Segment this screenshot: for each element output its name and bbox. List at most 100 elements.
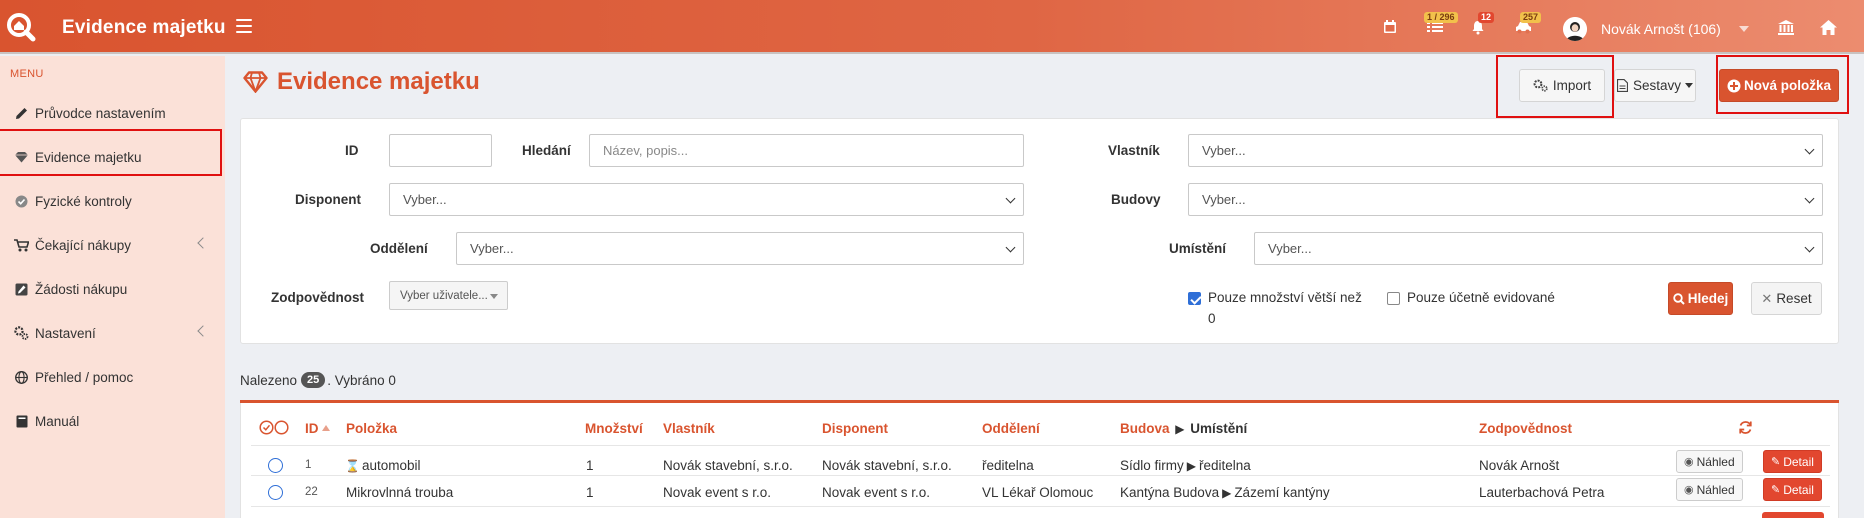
buildings-select[interactable]: Vyber... [1188,183,1823,216]
qty-checkbox[interactable] [1188,292,1201,305]
accounting-checkbox[interactable] [1387,292,1400,305]
cell-building: Sídlo firmy [1120,458,1184,473]
department-select-value: Vyber... [470,241,514,256]
asset-table: ID Položka Množství Vlastník Disponent O… [240,403,1839,518]
disponent-label: Disponent [295,192,361,207]
search-input[interactable]: Název, popis... [589,134,1024,167]
cell-disponent: Novák stavební, s.r.o. [822,458,952,473]
id-label: ID [345,143,359,158]
triangle-right-icon: ▶ [1186,459,1196,473]
cell-building: Kantýna Budova [1120,485,1220,500]
eye-icon: ◉ [1684,456,1694,468]
cell-item-text: automobil [361,458,421,473]
cell-responsibility: Novák Arnošt [1479,458,1560,473]
select-all-icon [259,420,289,435]
row-divider [251,506,1830,507]
department-label: Oddělení [370,241,428,256]
responsibility-select-value: Vyber uživatele... [400,289,488,302]
disponent-select-value: Vyber... [403,192,447,207]
id-input[interactable] [389,134,492,167]
location-label: Umístění [1169,241,1227,256]
cell-item[interactable]: Mikrovlnná trouba [346,485,453,500]
cell-item[interactable]: ⌛ automobil [345,458,421,473]
responsibility-label: Zodpovědnost [271,290,364,305]
cell-owner: Novak event s r.o. [663,485,772,500]
buildings-select-value: Vyber... [1202,192,1246,207]
buildings-label: Budovy [1111,192,1161,207]
th-disponent[interactable]: Disponent [822,421,888,436]
view-button[interactable]: ◉ Náhled [1676,478,1743,501]
th-id[interactable]: ID [305,421,330,436]
hourglass-icon: ⌛ [345,459,360,473]
th-qty[interactable]: Množství [585,421,643,436]
department-select[interactable]: Vyber... [456,232,1024,265]
th-building-label: Budova [1120,421,1170,436]
cell-department: VL Lékař Olomouc [982,485,1094,500]
qty-checkbox-label-value: 0 [1208,311,1216,326]
detail-button-label: Detail [1783,454,1814,469]
refresh-icon[interactable] [1738,420,1753,438]
cell-id: 1 [305,459,312,471]
detail-button[interactable]: ✎ Detail [1763,450,1822,473]
reset-button-label: Reset [1776,291,1812,306]
chevron-down-icon [1005,193,1016,204]
owner-label: Vlastník [1108,143,1160,158]
cell-owner: Novák stavební, s.r.o. [663,458,793,473]
th-location-label: Umístění [1190,421,1248,436]
eye-icon: ◉ [1684,484,1694,496]
view-button-label: Náhled [1696,482,1735,497]
cell-qty: 1 [586,485,594,500]
disponent-select[interactable]: Vyber... [389,183,1024,216]
pencil-icon: ✎ [1771,484,1781,496]
cell-disponent: Novak event s r.o. [822,485,931,500]
search-button-label: Hledej [1687,291,1729,306]
cell-location: ředitelna [1199,458,1251,473]
location-select-value: Vyber... [1268,241,1312,256]
th-department[interactable]: Oddělení [982,421,1040,436]
chevron-down-icon [1804,144,1815,155]
triangle-right-icon: ▶ [1222,486,1232,500]
th-id-label: ID [305,421,319,436]
th-item[interactable]: Položka [346,421,397,436]
accounting-checkbox-label: Pouze účetně evidované [1407,290,1555,305]
cell-department: ředitelna [982,458,1034,473]
row-select-radio[interactable] [268,485,283,500]
reset-button[interactable]: ✕ Reset [1751,282,1822,315]
qty-checkbox-label: Pouze množství větší než [1208,290,1362,305]
th-responsibility[interactable]: Zodpovědnost [1479,421,1572,436]
close-icon: ✕ [1761,290,1773,306]
cell-building-location: Sídlo firmy ▶ ředitelna [1120,458,1251,473]
th-owner[interactable]: Vlastník [663,421,715,436]
search-icon [1673,292,1685,305]
chevron-down-icon [1005,242,1016,253]
detail-button[interactable]: ✎ Detail [1763,478,1822,501]
row-divider [251,445,1830,446]
cell-building-location: Kantýna Budova ▶ Zázemí kantýny [1120,485,1330,500]
found-count-badge: 25 [301,372,326,388]
responsibility-select[interactable]: Vyber uživatele... [389,281,508,310]
results-summary: Nalezeno 25 . Vybráno 0 [240,372,396,388]
triangle-right-icon: ▶ [1175,422,1185,436]
sort-asc-icon [321,425,330,431]
location-select[interactable]: Vyber... [1254,232,1823,265]
selected-count: . Vybráno 0 [327,372,396,388]
owner-select-value: Vyber... [1202,143,1246,158]
caret-down-icon [490,294,498,299]
chevron-down-icon [1804,242,1815,253]
detail-button-partial[interactable] [1762,512,1824,518]
detail-button-label: Detail [1783,482,1814,497]
cell-responsibility: Lauterbachová Petra [1479,485,1605,500]
row-select-radio[interactable] [268,458,283,473]
view-button[interactable]: ◉ Náhled [1676,450,1743,473]
owner-select[interactable]: Vyber... [1188,134,1823,167]
view-button-label: Náhled [1696,454,1735,469]
found-prefix: Nalezeno [240,372,298,388]
pencil-icon: ✎ [1771,456,1781,468]
row-divider [251,475,1830,476]
search-button[interactable]: Hledej [1668,282,1733,315]
cell-location: Zázemí kantýny [1234,485,1330,500]
select-all-toggle[interactable] [259,420,289,435]
th-building[interactable]: Budova ▶ Umístění [1120,421,1247,436]
chevron-down-icon [1804,193,1815,204]
cell-id: 22 [305,486,318,498]
